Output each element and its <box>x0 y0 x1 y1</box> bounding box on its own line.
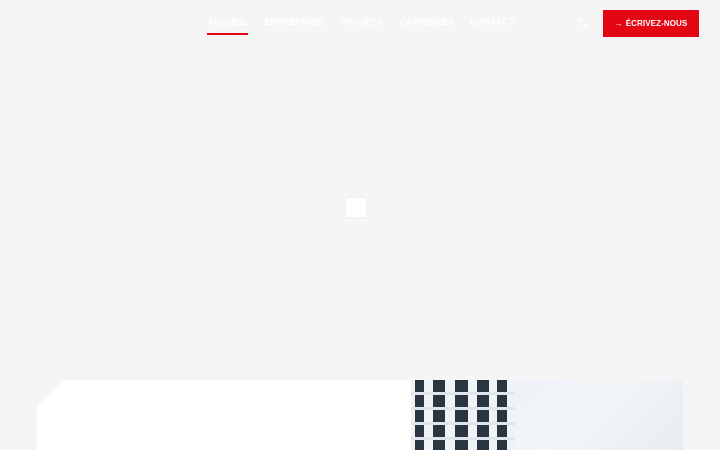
building-floor <box>411 422 515 425</box>
phone-icon[interactable] <box>577 16 589 28</box>
main-menu: Accueil Entreprise Projets Carrières Con… <box>207 17 515 35</box>
menu-item-contact[interactable]: Contact <box>470 17 515 33</box>
building-floor <box>411 437 515 440</box>
phone-icon-graphic <box>578 18 588 28</box>
arrow-right-icon: → <box>614 19 623 28</box>
top-navigation: Accueil Entreprise Projets Carrières Con… <box>0 0 720 48</box>
menu-item-projets[interactable]: Projets <box>340 17 383 33</box>
menu-item-accueil[interactable]: Accueil <box>207 17 249 35</box>
menu-item-entreprise[interactable]: Entreprise <box>264 17 324 33</box>
building-floor <box>411 407 515 410</box>
loading-indicator <box>346 198 366 217</box>
write-to-us-label: ÉCRIVEZ-NOUS <box>625 19 688 28</box>
building-image <box>411 380 683 450</box>
write-to-us-button[interactable]: → ÉCRIVEZ-NOUS <box>603 10 699 37</box>
building-facade <box>411 380 515 450</box>
building-floor <box>411 392 515 395</box>
menu-item-carrieres[interactable]: Carrières <box>399 17 454 33</box>
content-panel <box>37 380 411 450</box>
